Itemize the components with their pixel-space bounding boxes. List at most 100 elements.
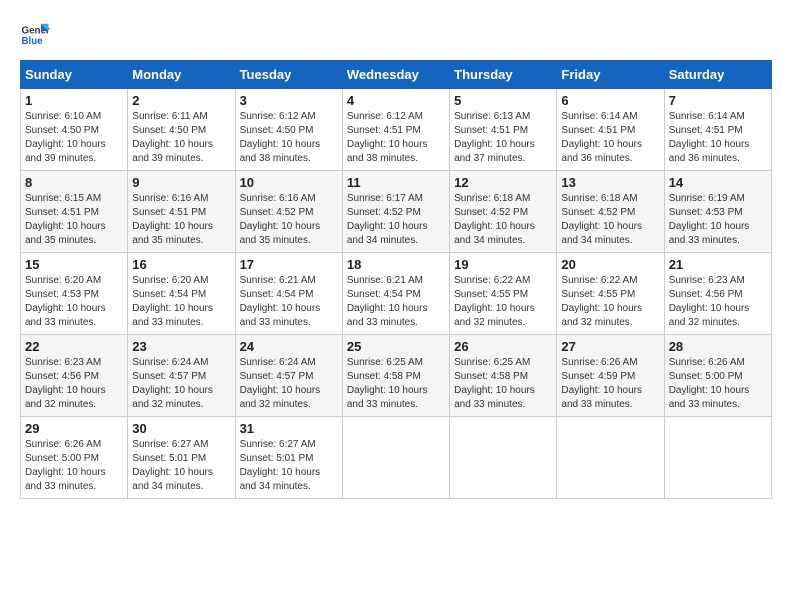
day-info: Sunrise: 6:14 AM Sunset: 4:51 PM Dayligh… — [669, 110, 767, 166]
calendar-day-header: Wednesday — [342, 61, 449, 89]
day-number: 7 — [669, 93, 767, 108]
day-number: 26 — [454, 339, 552, 354]
calendar-cell: 30 Sunrise: 6:27 AM Sunset: 5:01 PM Dayl… — [128, 417, 235, 499]
calendar-cell: 21 Sunrise: 6:23 AM Sunset: 4:56 PM Dayl… — [664, 253, 771, 335]
day-number: 8 — [25, 175, 123, 190]
calendar-day-header: Monday — [128, 61, 235, 89]
day-number: 23 — [132, 339, 230, 354]
calendar-cell: 23 Sunrise: 6:24 AM Sunset: 4:57 PM Dayl… — [128, 335, 235, 417]
day-number: 3 — [240, 93, 338, 108]
calendar-cell: 11 Sunrise: 6:17 AM Sunset: 4:52 PM Dayl… — [342, 171, 449, 253]
calendar-cell: 22 Sunrise: 6:23 AM Sunset: 4:56 PM Dayl… — [21, 335, 128, 417]
day-number: 19 — [454, 257, 552, 272]
calendar-cell — [557, 417, 664, 499]
calendar-day-header: Thursday — [450, 61, 557, 89]
day-number: 15 — [25, 257, 123, 272]
day-number: 5 — [454, 93, 552, 108]
calendar-cell: 7 Sunrise: 6:14 AM Sunset: 4:51 PM Dayli… — [664, 89, 771, 171]
day-number: 14 — [669, 175, 767, 190]
day-number: 1 — [25, 93, 123, 108]
day-info: Sunrise: 6:26 AM Sunset: 5:00 PM Dayligh… — [25, 438, 123, 494]
calendar-cell: 12 Sunrise: 6:18 AM Sunset: 4:52 PM Dayl… — [450, 171, 557, 253]
calendar-cell: 20 Sunrise: 6:22 AM Sunset: 4:55 PM Dayl… — [557, 253, 664, 335]
calendar-cell: 15 Sunrise: 6:20 AM Sunset: 4:53 PM Dayl… — [21, 253, 128, 335]
day-number: 16 — [132, 257, 230, 272]
calendar-week-row: 29 Sunrise: 6:26 AM Sunset: 5:00 PM Dayl… — [21, 417, 772, 499]
day-number: 29 — [25, 421, 123, 436]
calendar-cell: 9 Sunrise: 6:16 AM Sunset: 4:51 PM Dayli… — [128, 171, 235, 253]
day-number: 28 — [669, 339, 767, 354]
calendar-cell — [450, 417, 557, 499]
calendar-cell: 14 Sunrise: 6:19 AM Sunset: 4:53 PM Dayl… — [664, 171, 771, 253]
day-info: Sunrise: 6:21 AM Sunset: 4:54 PM Dayligh… — [240, 274, 338, 330]
calendar-week-row: 15 Sunrise: 6:20 AM Sunset: 4:53 PM Dayl… — [21, 253, 772, 335]
day-info: Sunrise: 6:18 AM Sunset: 4:52 PM Dayligh… — [454, 192, 552, 248]
calendar-day-header: Tuesday — [235, 61, 342, 89]
day-info: Sunrise: 6:12 AM Sunset: 4:50 PM Dayligh… — [240, 110, 338, 166]
calendar-day-header: Friday — [557, 61, 664, 89]
calendar-cell: 29 Sunrise: 6:26 AM Sunset: 5:00 PM Dayl… — [21, 417, 128, 499]
calendar-body: 1 Sunrise: 6:10 AM Sunset: 4:50 PM Dayli… — [21, 89, 772, 499]
calendar-day-header: Saturday — [664, 61, 771, 89]
day-number: 2 — [132, 93, 230, 108]
day-info: Sunrise: 6:23 AM Sunset: 4:56 PM Dayligh… — [25, 356, 123, 412]
calendar-cell: 4 Sunrise: 6:12 AM Sunset: 4:51 PM Dayli… — [342, 89, 449, 171]
day-info: Sunrise: 6:16 AM Sunset: 4:52 PM Dayligh… — [240, 192, 338, 248]
day-number: 20 — [561, 257, 659, 272]
calendar-cell: 1 Sunrise: 6:10 AM Sunset: 4:50 PM Dayli… — [21, 89, 128, 171]
calendar-cell: 5 Sunrise: 6:13 AM Sunset: 4:51 PM Dayli… — [450, 89, 557, 171]
day-number: 13 — [561, 175, 659, 190]
day-info: Sunrise: 6:13 AM Sunset: 4:51 PM Dayligh… — [454, 110, 552, 166]
calendar-day-header: Sunday — [21, 61, 128, 89]
day-number: 12 — [454, 175, 552, 190]
day-info: Sunrise: 6:16 AM Sunset: 4:51 PM Dayligh… — [132, 192, 230, 248]
day-info: Sunrise: 6:20 AM Sunset: 4:54 PM Dayligh… — [132, 274, 230, 330]
day-info: Sunrise: 6:25 AM Sunset: 4:58 PM Dayligh… — [347, 356, 445, 412]
calendar-header: SundayMondayTuesdayWednesdayThursdayFrid… — [21, 61, 772, 89]
calendar-cell — [664, 417, 771, 499]
day-info: Sunrise: 6:24 AM Sunset: 4:57 PM Dayligh… — [240, 356, 338, 412]
day-info: Sunrise: 6:24 AM Sunset: 4:57 PM Dayligh… — [132, 356, 230, 412]
calendar-week-row: 8 Sunrise: 6:15 AM Sunset: 4:51 PM Dayli… — [21, 171, 772, 253]
day-info: Sunrise: 6:14 AM Sunset: 4:51 PM Dayligh… — [561, 110, 659, 166]
day-info: Sunrise: 6:26 AM Sunset: 5:00 PM Dayligh… — [669, 356, 767, 412]
day-number: 17 — [240, 257, 338, 272]
calendar-cell: 25 Sunrise: 6:25 AM Sunset: 4:58 PM Dayl… — [342, 335, 449, 417]
day-info: Sunrise: 6:27 AM Sunset: 5:01 PM Dayligh… — [240, 438, 338, 494]
day-info: Sunrise: 6:21 AM Sunset: 4:54 PM Dayligh… — [347, 274, 445, 330]
day-number: 21 — [669, 257, 767, 272]
svg-text:Blue: Blue — [22, 36, 44, 47]
day-number: 27 — [561, 339, 659, 354]
day-number: 31 — [240, 421, 338, 436]
day-info: Sunrise: 6:26 AM Sunset: 4:59 PM Dayligh… — [561, 356, 659, 412]
day-info: Sunrise: 6:25 AM Sunset: 4:58 PM Dayligh… — [454, 356, 552, 412]
day-info: Sunrise: 6:10 AM Sunset: 4:50 PM Dayligh… — [25, 110, 123, 166]
calendar-cell: 17 Sunrise: 6:21 AM Sunset: 4:54 PM Dayl… — [235, 253, 342, 335]
calendar-cell: 2 Sunrise: 6:11 AM Sunset: 4:50 PM Dayli… — [128, 89, 235, 171]
day-info: Sunrise: 6:23 AM Sunset: 4:56 PM Dayligh… — [669, 274, 767, 330]
calendar-cell: 24 Sunrise: 6:24 AM Sunset: 4:57 PM Dayl… — [235, 335, 342, 417]
logo: General Blue — [20, 20, 50, 50]
calendar-cell: 26 Sunrise: 6:25 AM Sunset: 4:58 PM Dayl… — [450, 335, 557, 417]
day-number: 18 — [347, 257, 445, 272]
page-header: General Blue — [20, 20, 772, 50]
day-info: Sunrise: 6:17 AM Sunset: 4:52 PM Dayligh… — [347, 192, 445, 248]
day-info: Sunrise: 6:19 AM Sunset: 4:53 PM Dayligh… — [669, 192, 767, 248]
day-number: 25 — [347, 339, 445, 354]
calendar-week-row: 1 Sunrise: 6:10 AM Sunset: 4:50 PM Dayli… — [21, 89, 772, 171]
day-info: Sunrise: 6:22 AM Sunset: 4:55 PM Dayligh… — [454, 274, 552, 330]
calendar-cell: 18 Sunrise: 6:21 AM Sunset: 4:54 PM Dayl… — [342, 253, 449, 335]
day-info: Sunrise: 6:11 AM Sunset: 4:50 PM Dayligh… — [132, 110, 230, 166]
day-number: 4 — [347, 93, 445, 108]
day-number: 11 — [347, 175, 445, 190]
day-number: 24 — [240, 339, 338, 354]
calendar-cell: 27 Sunrise: 6:26 AM Sunset: 4:59 PM Dayl… — [557, 335, 664, 417]
day-info: Sunrise: 6:15 AM Sunset: 4:51 PM Dayligh… — [25, 192, 123, 248]
calendar-cell: 19 Sunrise: 6:22 AM Sunset: 4:55 PM Dayl… — [450, 253, 557, 335]
day-number: 22 — [25, 339, 123, 354]
day-number: 10 — [240, 175, 338, 190]
day-info: Sunrise: 6:18 AM Sunset: 4:52 PM Dayligh… — [561, 192, 659, 248]
day-info: Sunrise: 6:27 AM Sunset: 5:01 PM Dayligh… — [132, 438, 230, 494]
calendar-cell: 31 Sunrise: 6:27 AM Sunset: 5:01 PM Dayl… — [235, 417, 342, 499]
calendar-cell: 10 Sunrise: 6:16 AM Sunset: 4:52 PM Dayl… — [235, 171, 342, 253]
